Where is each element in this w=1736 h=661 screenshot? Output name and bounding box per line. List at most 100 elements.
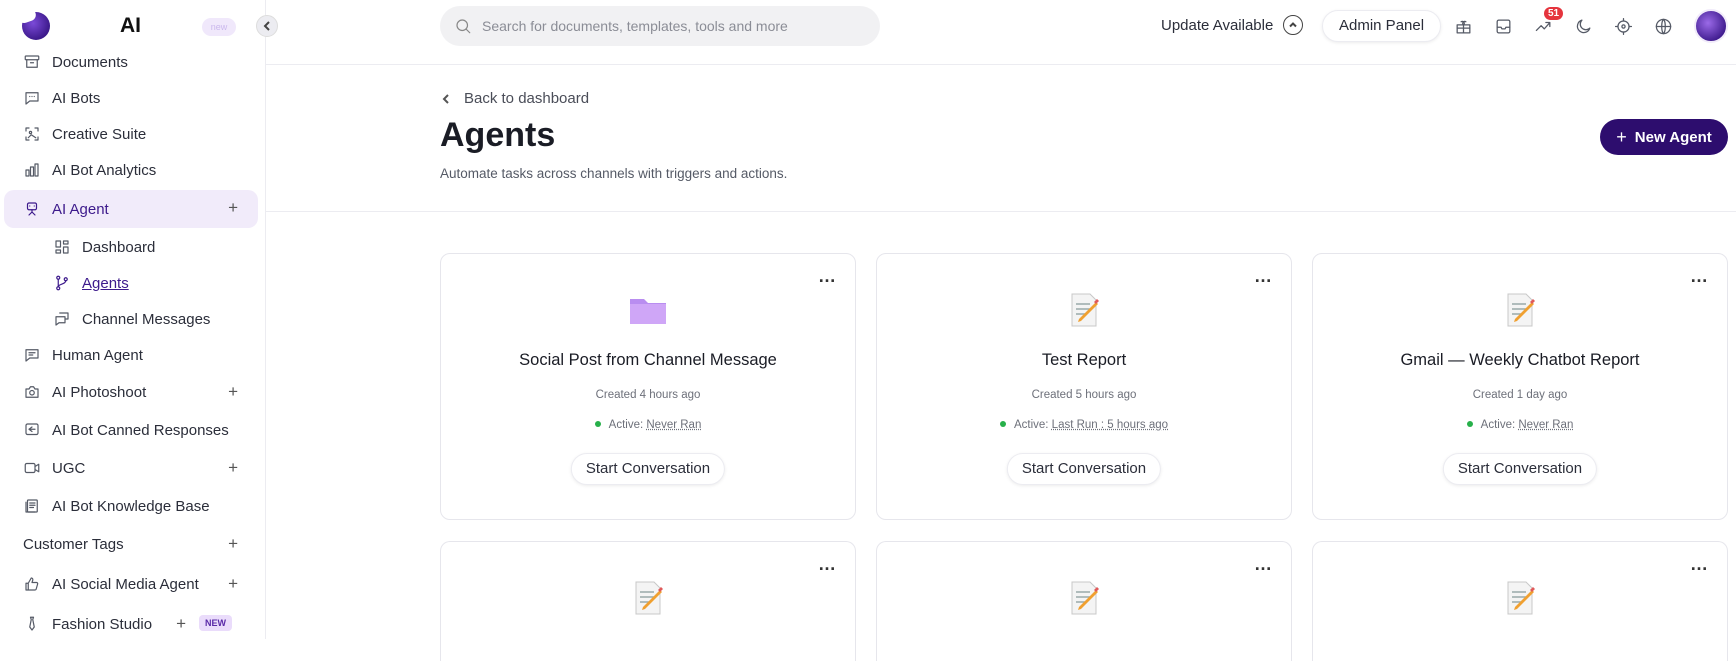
globe-icon[interactable] — [1652, 15, 1674, 37]
brand[interactable]: AI new — [20, 10, 270, 44]
more-options-icon[interactable]: … — [818, 554, 837, 575]
messages-icon — [52, 309, 72, 329]
topbar: Update Available Admin Panel 51 — [266, 0, 1736, 65]
more-options-icon[interactable]: … — [1254, 266, 1273, 287]
agent-card[interactable]: … Social Post from Channel Message Creat… — [440, 253, 856, 520]
brand-name: AI — [120, 14, 141, 37]
more-options-icon[interactable]: … — [1254, 554, 1273, 575]
page-subtitle: Automate tasks across channels with trig… — [440, 166, 788, 181]
sidebar-item-social-media-agent[interactable]: AI Social Media Agent + — [4, 566, 258, 602]
agent-created: Created 5 hours ago — [1031, 389, 1137, 401]
agent-card[interactable]: … — [440, 541, 856, 661]
collapse-sidebar-button[interactable] — [256, 15, 278, 37]
sidebar-item-customer-tags[interactable]: Customer Tags + — [4, 526, 258, 562]
new-badge: NEW — [199, 615, 232, 631]
sidebar-item-label: UGC — [52, 459, 86, 477]
sidebar-item-label: AI Bot Knowledge Base — [52, 497, 210, 515]
update-available[interactable]: Update Available — [1161, 15, 1304, 35]
sidebar-item-channel-messages[interactable]: Channel Messages — [4, 301, 258, 337]
status-dot — [1466, 420, 1473, 427]
reply-icon — [22, 420, 42, 440]
bar-chart-icon — [22, 160, 42, 180]
sidebar-item-label: Documents — [52, 53, 128, 71]
agent-created: Created 4 hours ago — [595, 389, 701, 401]
memo-icon — [1500, 290, 1540, 330]
crosshair-icon[interactable] — [1612, 15, 1634, 37]
sidebar-item-documents[interactable]: Documents — [4, 44, 258, 80]
moon-icon[interactable] — [1572, 15, 1594, 37]
start-conversation-button[interactable]: Start Conversation — [1006, 453, 1162, 485]
sidebar-item-label: Agents — [82, 274, 129, 292]
image-icon — [22, 124, 42, 144]
agent-created: Created 1 day ago — [1472, 389, 1568, 401]
search-bar[interactable] — [440, 6, 880, 46]
expand-plus-icon[interactable]: + — [176, 614, 186, 634]
more-options-icon[interactable]: … — [1690, 266, 1709, 287]
expand-plus-icon[interactable]: + — [228, 198, 238, 218]
agent-card[interactable]: … — [1312, 541, 1728, 661]
inbox-icon[interactable] — [1492, 15, 1514, 37]
agent-card[interactable]: … Gmail — Weekly Chatbot Report Created … — [1312, 253, 1728, 520]
sidebar-item-label: AI Bot Canned Responses — [52, 421, 229, 439]
sidebar-item-ugc[interactable]: UGC + — [4, 450, 258, 486]
back-label: Back to dashboard — [464, 90, 590, 107]
sidebar-item-dashboard[interactable]: Dashboard — [4, 229, 258, 265]
start-conversation-button[interactable]: Start Conversation — [570, 453, 726, 485]
sidebar-item-agents[interactable]: Agents — [4, 265, 258, 301]
sidebar-item-ai-photoshoot[interactable]: AI Photoshoot + — [4, 374, 258, 410]
sidebar: AI new Documents AI Bots Creative Suite … — [0, 0, 266, 639]
sidebar-item-knowledge-base[interactable]: AI Bot Knowledge Base — [4, 488, 258, 524]
trending-icon[interactable]: 51 — [1532, 7, 1564, 37]
gift-icon[interactable] — [1452, 15, 1474, 37]
sidebar-item-label: AI Agent — [52, 200, 109, 218]
new-agent-button[interactable]: + New Agent — [1600, 119, 1728, 155]
agent-title: Social Post from Channel Message — [519, 351, 777, 369]
robot-icon — [22, 199, 42, 219]
folder-icon — [628, 290, 668, 330]
sidebar-item-human-agent[interactable]: Human Agent — [4, 337, 258, 373]
sidebar-item-canned-responses[interactable]: AI Bot Canned Responses — [4, 412, 258, 448]
memo-icon — [628, 578, 668, 618]
agent-status: Active: Never Ran — [1313, 419, 1727, 431]
sidebar-item-label: Human Agent — [52, 346, 143, 364]
sidebar-item-fashion-studio[interactable]: Fashion Studio + NEW — [4, 606, 258, 642]
avatar[interactable] — [1694, 9, 1728, 43]
page-title: Agents — [440, 116, 556, 154]
chevron-left-icon — [263, 21, 270, 31]
divider — [266, 211, 1736, 212]
expand-plus-icon[interactable]: + — [228, 458, 238, 478]
sidebar-item-ai-bot-analytics[interactable]: AI Bot Analytics — [4, 152, 258, 188]
agent-card[interactable]: … — [876, 541, 1292, 661]
camera-icon — [22, 382, 42, 402]
update-label: Update Available — [1161, 16, 1274, 34]
admin-panel-button[interactable]: Admin Panel — [1322, 10, 1442, 42]
expand-plus-icon[interactable]: + — [228, 534, 238, 554]
chat-icon — [22, 88, 42, 108]
back-to-dashboard-link[interactable]: Back to dashboard — [440, 90, 589, 107]
agent-status: Active: Never Ran — [441, 419, 855, 431]
sidebar-item-creative-suite[interactable]: Creative Suite — [4, 116, 258, 152]
more-options-icon[interactable]: … — [818, 266, 837, 287]
sidebar-item-ai-bots[interactable]: AI Bots — [4, 80, 258, 116]
search-icon — [454, 17, 472, 35]
status-dot — [999, 420, 1006, 427]
expand-plus-icon[interactable]: + — [228, 382, 238, 402]
sidebar-item-label: Channel Messages — [82, 310, 211, 328]
sidebar-item-label: Fashion Studio — [52, 615, 153, 633]
expand-plus-icon[interactable]: + — [228, 574, 238, 594]
sidebar-item-label: Creative Suite — [52, 125, 147, 143]
plus-icon: + — [1616, 126, 1627, 147]
sidebar-item-label: AI Bot Analytics — [52, 161, 157, 179]
book-icon — [22, 496, 42, 516]
chevron-left-icon — [442, 93, 449, 104]
agent-card[interactable]: … Test Report Created 5 hours ago Active… — [876, 253, 1292, 520]
status-dot — [594, 420, 601, 427]
branch-icon — [52, 273, 72, 293]
more-options-icon[interactable]: … — [1690, 554, 1709, 575]
sidebar-item-ai-agent[interactable]: AI Agent + — [4, 190, 258, 228]
start-conversation-button[interactable]: Start Conversation — [1442, 453, 1598, 485]
chat-lines-icon — [22, 345, 42, 365]
agent-title: Gmail — Weekly Chatbot Report — [1400, 351, 1640, 369]
search-input[interactable] — [482, 18, 862, 34]
memo-icon — [1064, 578, 1104, 618]
